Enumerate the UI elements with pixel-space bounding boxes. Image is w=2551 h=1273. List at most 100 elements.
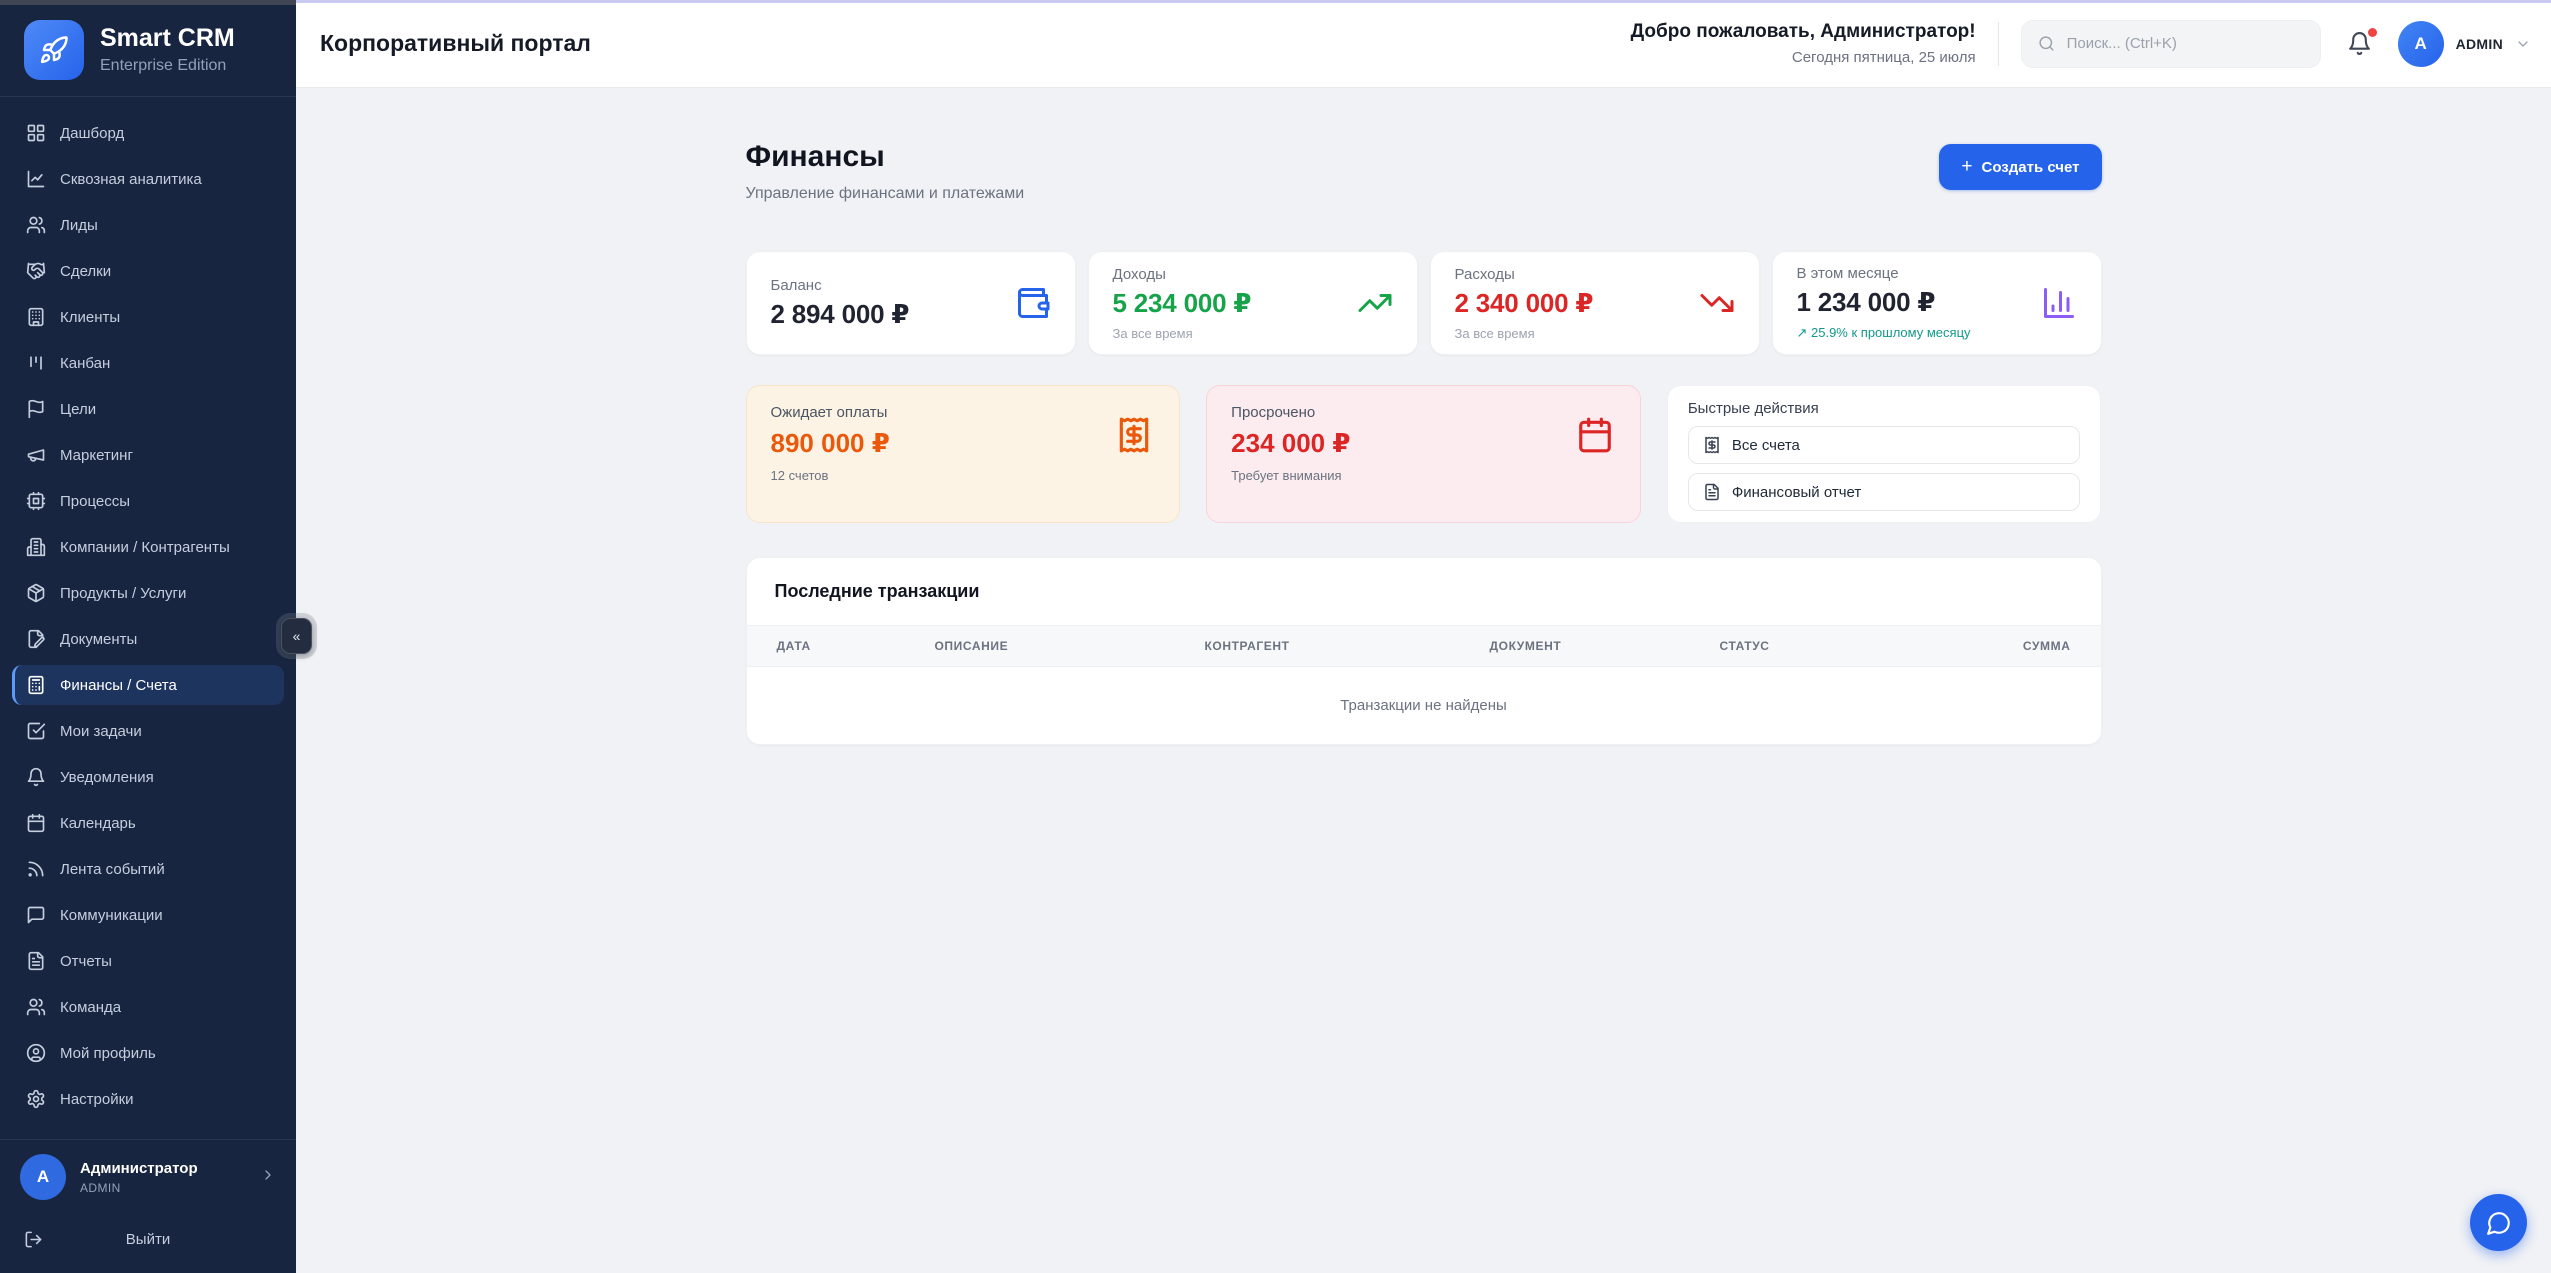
sidebar-user-card[interactable]: A Администратор ADMIN <box>0 1139 296 1214</box>
calculator-icon <box>26 675 46 695</box>
logout-button[interactable]: Выйти <box>0 1214 296 1273</box>
users-icon <box>26 215 46 235</box>
bell-icon <box>26 767 46 787</box>
column-status: СТАТУС <box>1720 639 1951 653</box>
page-subtitle: Управление финансами и платежами <box>746 185 1025 203</box>
app-logo <box>24 20 84 80</box>
kanban-icon <box>26 353 46 373</box>
stat-label: В этом месяце <box>1797 265 1971 282</box>
welcome-message: Добро пожаловать, Администратор! <box>1631 21 1976 43</box>
logout-label: Выйти <box>43 1231 253 1248</box>
dashboard-grid-icon <box>26 123 46 143</box>
sidebar-item-communications[interactable]: Коммуникации <box>12 895 284 935</box>
trending-up-icon <box>1357 285 1393 321</box>
stat-label: Расходы <box>1455 266 1594 283</box>
all-invoices-button[interactable]: Все счета <box>1688 426 2081 464</box>
transactions-empty-state: Транзакции не найдены <box>747 667 2101 744</box>
sidebar-item-team[interactable]: Команда <box>12 987 284 1027</box>
megaphone-icon <box>26 445 46 465</box>
sidebar-item-my-profile[interactable]: Мой профиль <box>12 1033 284 1073</box>
rocket-icon <box>39 35 69 65</box>
sidebar-item-my-tasks[interactable]: Мои задачи <box>12 711 284 751</box>
search-input[interactable] <box>2065 34 2304 53</box>
chevron-down-icon <box>2515 36 2531 52</box>
column-amount: СУММА <box>1951 639 2071 653</box>
user-role: ADMIN <box>80 1181 198 1195</box>
sidebar-item-processes[interactable]: Процессы <box>12 481 284 521</box>
column-description: ОПИСАНИЕ <box>935 639 1205 653</box>
sidebar-item-products[interactable]: Продукты / Услуги <box>12 573 284 613</box>
top-header: Корпоративный портал Добро пожаловать, А… <box>296 0 2551 88</box>
app-edition: Enterprise Edition <box>100 57 235 75</box>
financial-report-button[interactable]: Финансовый отчет <box>1688 473 2081 511</box>
sidebar-item-analytics[interactable]: Сквозная аналитика <box>12 159 284 199</box>
stat-value: 2 894 000 ₽ <box>771 299 910 330</box>
page-head: Финансы Управление финансами и платежами… <box>746 140 2102 203</box>
global-search[interactable] <box>2021 20 2321 68</box>
page-title: Финансы <box>746 140 1025 174</box>
pending-payments-card: Ожидает оплаты 890 000 ₽ 12 счетов <box>746 385 1181 523</box>
file-pen-icon <box>26 629 46 649</box>
sidebar: Smart CRM Enterprise Edition Дашборд Скв… <box>0 0 296 1273</box>
create-invoice-button[interactable]: + Создать счет <box>1939 144 2101 190</box>
sidebar-item-deals[interactable]: Сделки <box>12 251 284 291</box>
handshake-icon <box>26 261 46 281</box>
alert-subtext: 12 счетов <box>771 468 1156 483</box>
current-date: Сегодня пятница, 25 июля <box>1631 49 1976 66</box>
alerts-row: Ожидает оплаты 890 000 ₽ 12 счетов Проср… <box>746 385 2102 523</box>
sidebar-item-finances[interactable]: Финансы / Счета <box>12 665 284 705</box>
sidebar-item-calendar[interactable]: Календарь <box>12 803 284 843</box>
sidebar-item-dashboard[interactable]: Дашборд <box>12 113 284 153</box>
gear-icon <box>26 1089 46 1109</box>
check-square-icon <box>26 721 46 741</box>
building-2-icon <box>26 537 46 557</box>
notification-badge <box>2368 28 2377 37</box>
transactions-title: Последние транзакции <box>747 558 2101 625</box>
receipt-icon <box>1703 436 1721 454</box>
flag-icon <box>26 399 46 419</box>
wallet-icon <box>1015 285 1051 321</box>
sidebar-item-kanban[interactable]: Канбан <box>12 343 284 383</box>
plus-icon: + <box>1961 156 1972 178</box>
window-top-strip-left <box>0 0 296 5</box>
sidebar-item-companies[interactable]: Компании / Контрагенты <box>12 527 284 567</box>
sidebar-item-activity-feed[interactable]: Лента событий <box>12 849 284 889</box>
app-logo-section: Smart CRM Enterprise Edition <box>0 0 296 97</box>
sidebar-item-documents[interactable]: Документы <box>12 619 284 659</box>
line-chart-icon <box>26 169 46 189</box>
user-menu[interactable]: A ADMIN <box>2398 21 2531 67</box>
notifications-button[interactable] <box>2347 31 2372 56</box>
receipt-icon <box>1115 416 1153 454</box>
sidebar-item-reports[interactable]: Отчеты <box>12 941 284 981</box>
column-counterparty: КОНТРАГЕНТ <box>1205 639 1490 653</box>
building-icon <box>26 307 46 327</box>
file-text-icon <box>26 951 46 971</box>
sidebar-collapse-button[interactable]: « <box>281 618 312 654</box>
quick-actions-card: Быстрые действия Все счета Финансовый от… <box>1667 385 2102 523</box>
user-circle-icon <box>26 1043 46 1063</box>
calendar-icon <box>1576 416 1614 454</box>
sidebar-item-marketing[interactable]: Маркетинг <box>12 435 284 475</box>
chat-widget-button[interactable] <box>2470 1194 2527 1251</box>
avatar: A <box>20 1154 66 1200</box>
sidebar-item-notifications[interactable]: Уведомления <box>12 757 284 797</box>
stat-value: 2 340 000 ₽ <box>1455 288 1594 319</box>
sidebar-item-leads[interactable]: Лиды <box>12 205 284 245</box>
sidebar-item-settings[interactable]: Настройки <box>12 1079 284 1119</box>
app-name: Smart CRM <box>100 25 235 53</box>
sidebar-item-goals[interactable]: Цели <box>12 389 284 429</box>
stat-subtext: За все время <box>1113 326 1252 341</box>
cpu-icon <box>26 491 46 511</box>
stat-subtext: За все время <box>1455 326 1594 341</box>
package-icon <box>26 583 46 603</box>
header-divider <box>1998 22 1999 66</box>
transactions-table-header: ДАТА ОПИСАНИЕ КОНТРАГЕНТ ДОКУМЕНТ СТАТУС… <box>747 625 2101 667</box>
user-name: Администратор <box>80 1160 198 1177</box>
stat-label: Баланс <box>771 277 910 294</box>
window-top-strip-right <box>296 0 2551 3</box>
welcome-block: Добро пожаловать, Администратор! Сегодня… <box>1631 21 1976 66</box>
stat-value: 5 234 000 ₽ <box>1113 288 1252 319</box>
sidebar-item-clients[interactable]: Клиенты <box>12 297 284 337</box>
alert-subtext: Требует внимания <box>1231 468 1616 483</box>
transactions-card: Последние транзакции ДАТА ОПИСАНИЕ КОНТР… <box>746 557 2102 745</box>
